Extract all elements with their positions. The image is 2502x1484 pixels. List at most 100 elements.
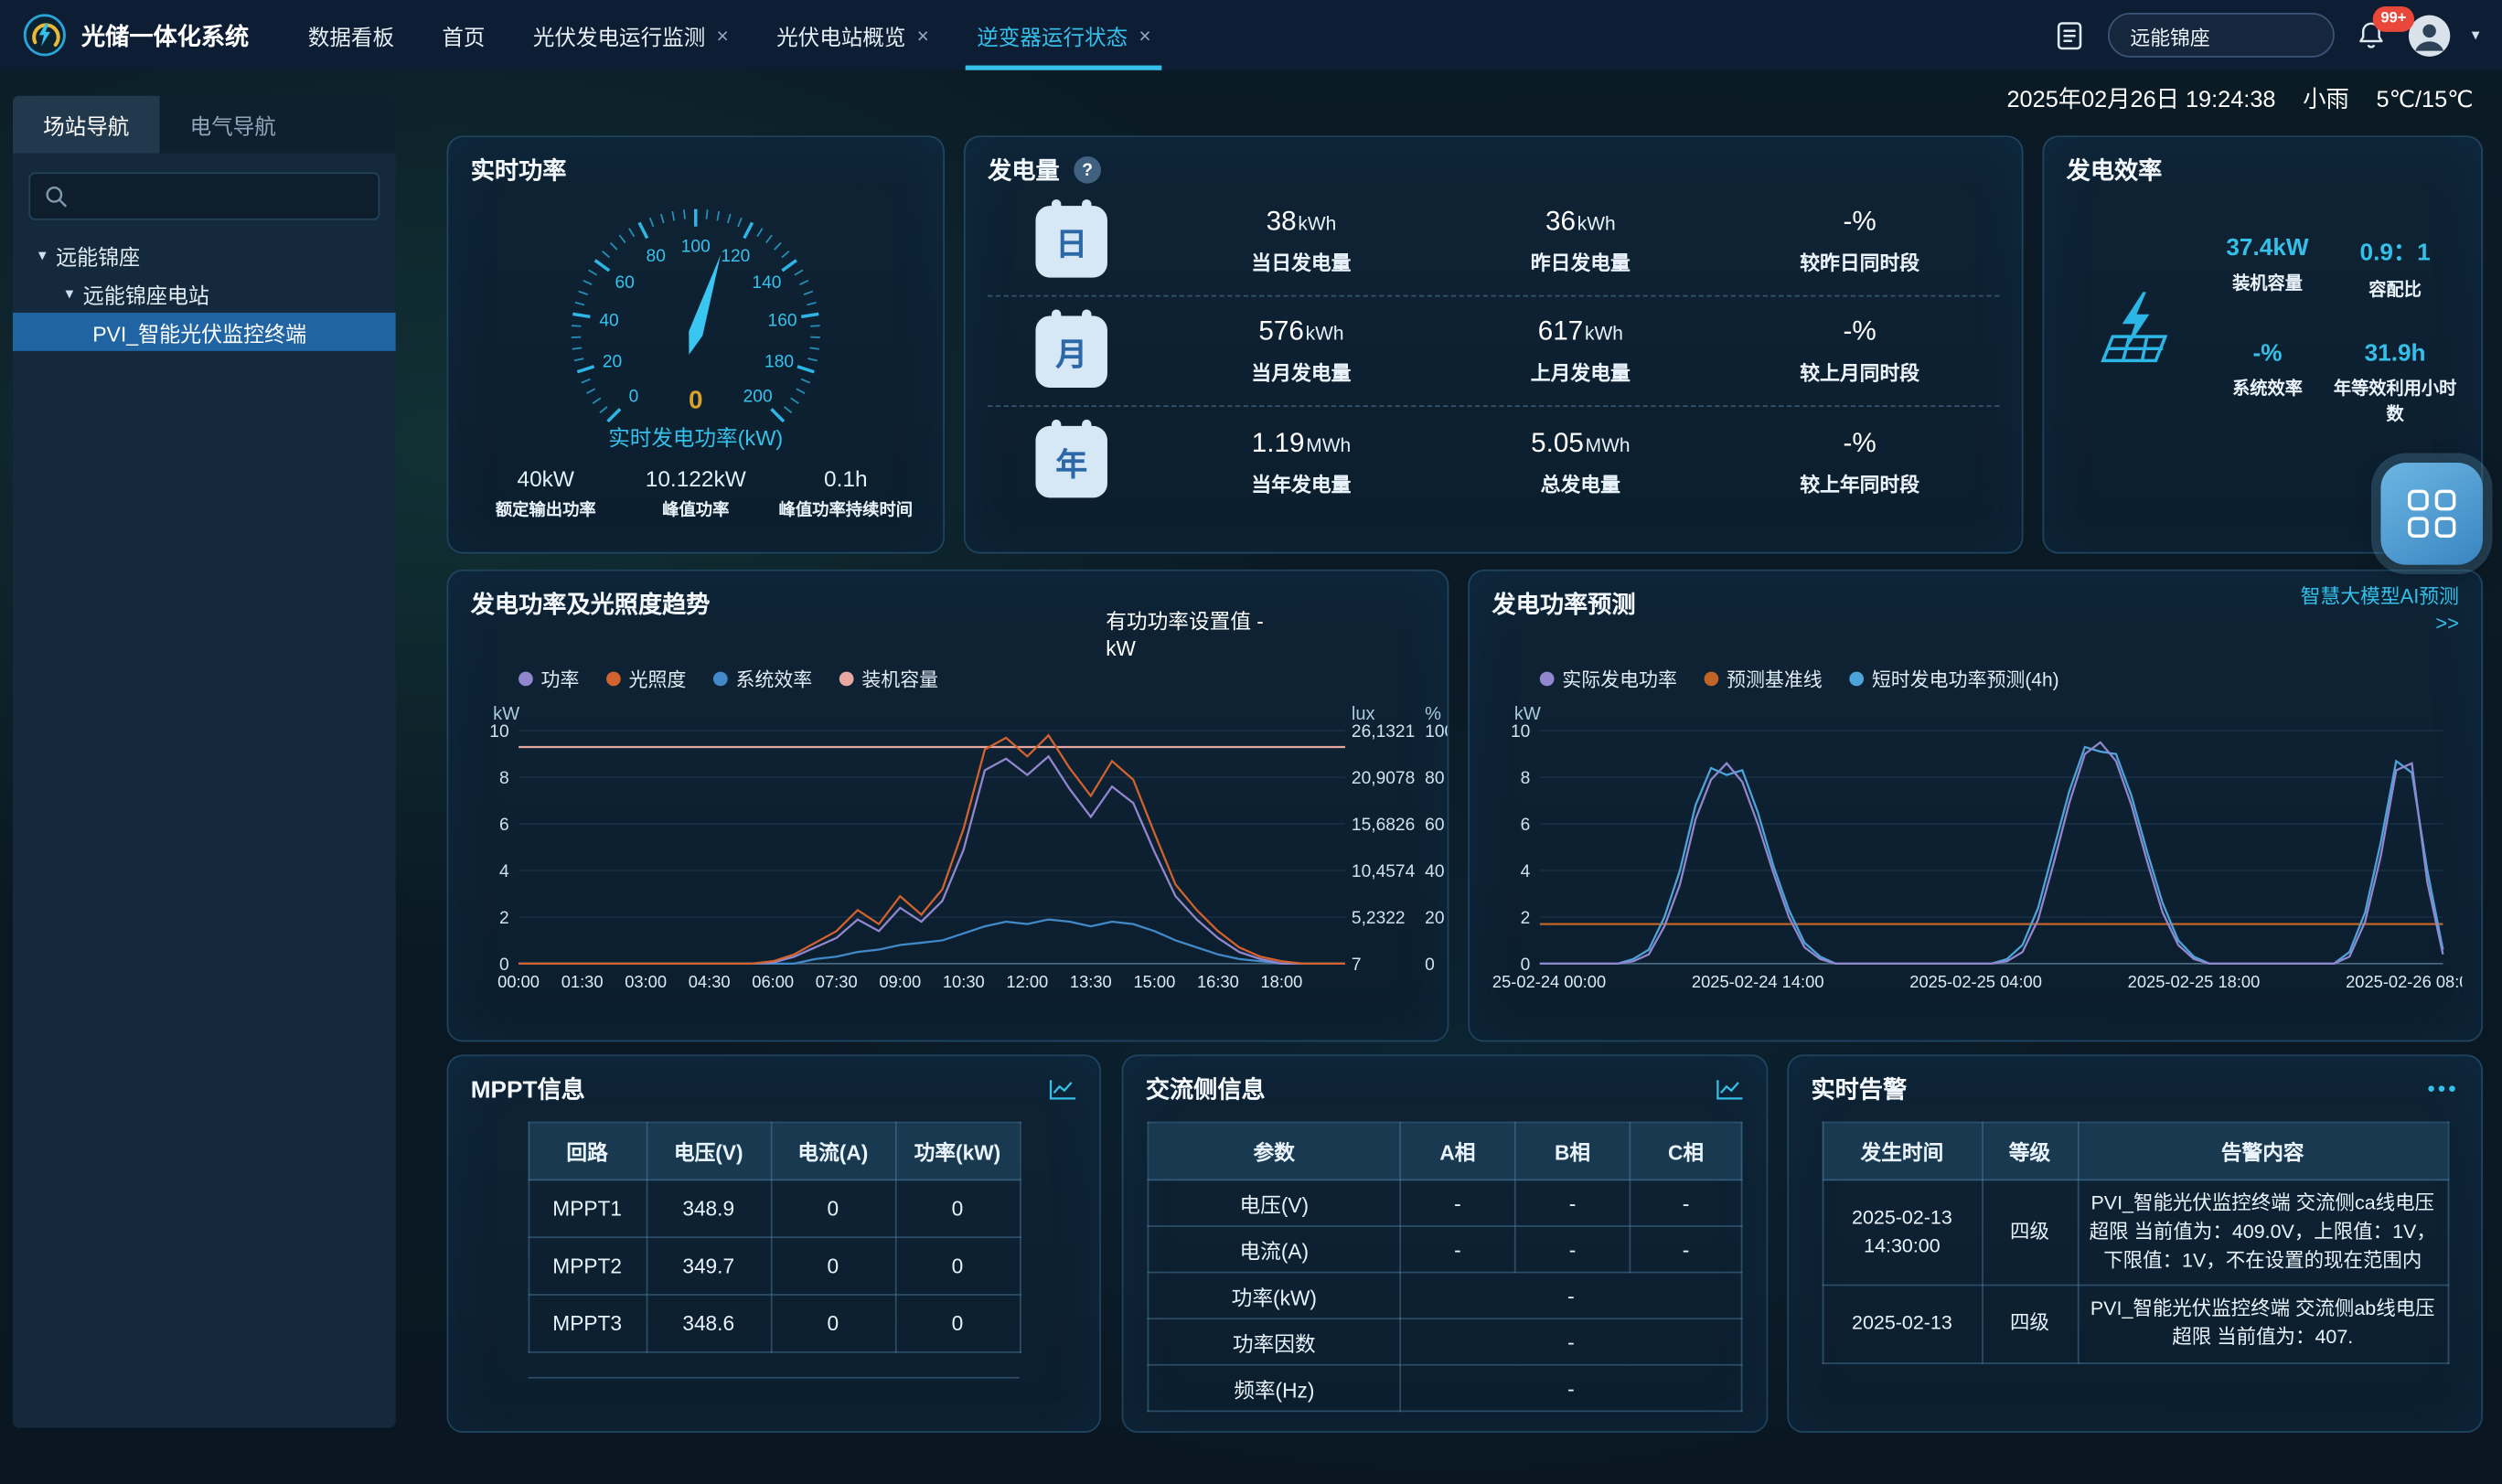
calendar-icon: 月 <box>1035 315 1107 388</box>
stat-value: -% <box>1720 427 1999 459</box>
more-icon[interactable]: ••• <box>2428 1077 2459 1101</box>
stat-value: 5.05MWh <box>1441 427 1720 459</box>
nav-tab-1[interactable]: 首页 <box>418 0 508 70</box>
chevron-down-icon[interactable]: ▾ <box>2472 27 2480 44</box>
column-header: 发生时间 <box>1823 1123 1982 1180</box>
mppt-panel: MPPT信息 回路电压(V)电流(A)功率(kW)MPPT1348.900MPP… <box>447 1054 1101 1433</box>
svg-text:12:00: 12:00 <box>1006 972 1048 991</box>
close-tab-icon[interactable]: × <box>917 23 929 47</box>
active-power-setpoint: 有功功率设置值 - kW <box>1106 610 1316 664</box>
tree-caret-icon[interactable]: ▾ <box>38 247 47 264</box>
realtime-stat-2: 0.1h峰值功率持续时间 <box>771 466 921 522</box>
svg-text:07:30: 07:30 <box>816 972 858 991</box>
svg-text:10,4574: 10,4574 <box>1352 862 1416 881</box>
notification-badge: 99+ <box>2373 6 2415 31</box>
cell: - <box>1630 1226 1741 1273</box>
svg-text:120: 120 <box>721 247 750 266</box>
app-logo-icon <box>22 13 67 58</box>
notifications-button[interactable]: 99+ <box>2355 19 2387 51</box>
legend-item-0[interactable]: 实际发电功率 <box>1540 666 1677 693</box>
svg-text:160: 160 <box>768 312 797 331</box>
svg-text:4: 4 <box>499 862 509 881</box>
nav-tab-0[interactable]: 数据看板 <box>284 0 419 70</box>
dashboard: 光储一体化系统 数据看板首页光伏发电运行监测×光伏电站概览×逆变器运行状态× 9… <box>0 0 2502 1484</box>
energy-row-2: 年1.19MWh当年发电量5.05MWh总发电量-%较上年同时段 <box>988 407 1999 517</box>
legend-dot <box>519 672 533 687</box>
legend-item-1[interactable]: 光照度 <box>606 666 686 693</box>
stat-unit: kWh <box>1306 322 1344 344</box>
table-row: 功率因数- <box>1148 1319 1741 1365</box>
mppt-table: 回路电压(V)电流(A)功率(kW)MPPT1348.900MPPT2349.7… <box>471 1122 1077 1353</box>
table-row[interactable]: 2025-02-13四级PVI_智能光伏监控终端 交流侧ab线电压超限 当前值为… <box>1823 1286 2448 1363</box>
column-header: 告警内容 <box>2078 1123 2448 1180</box>
stat-label: 年等效利用小时数 <box>2331 375 2459 426</box>
energy-stat: 38kWh当日发电量 <box>1161 206 1440 276</box>
svg-text:20: 20 <box>1425 909 1444 928</box>
sidebar-tab-0[interactable]: 场站导航 <box>13 96 160 154</box>
svg-text:60: 60 <box>1425 816 1444 835</box>
legend-label: 光照度 <box>629 666 687 693</box>
nav-tab-4[interactable]: 逆变器运行状态× <box>953 0 1175 70</box>
stat-unit: kWh <box>1298 212 1336 234</box>
trend-legend: 功率 光照度系统效率装机容量 <box>519 666 1425 693</box>
panel-title: MPPT信息 <box>471 1073 585 1106</box>
legend-dot <box>1540 672 1555 687</box>
svg-text:26,1321: 26,1321 <box>1352 722 1415 742</box>
column-header: 回路 <box>529 1123 647 1180</box>
param-cell: 功率因数 <box>1148 1319 1400 1365</box>
svg-text:13:30: 13:30 <box>1070 972 1112 991</box>
sidebar-search-input[interactable] <box>79 185 364 207</box>
svg-text:200: 200 <box>743 388 773 407</box>
legend-item-1[interactable]: 预测基准线 <box>1705 666 1823 693</box>
close-tab-icon[interactable]: × <box>1139 23 1150 47</box>
station-search-input[interactable] <box>2108 13 2335 58</box>
temperature-text: 5℃/15℃ <box>2377 88 2474 113</box>
nav-tab-3[interactable]: 光伏电站概览× <box>753 0 953 70</box>
table-row[interactable]: 2025-02-13 14:30:00四级PVI_智能光伏监控终端 交流侧ca线… <box>1823 1180 2448 1286</box>
tree-item-0[interactable]: ▾远能锦座 <box>13 236 396 274</box>
tree-item-1[interactable]: ▾远能锦座电站 <box>13 274 396 313</box>
stat-unit: kWh <box>1577 212 1616 234</box>
nav-tab-2[interactable]: 光伏发电运行监测× <box>509 0 753 70</box>
legend-item-0[interactable]: 功率 <box>519 666 579 693</box>
close-tab-icon[interactable]: × <box>716 23 728 47</box>
ac-side-table: 参数A相B相C相电压(V)---电流(A)---功率(kW)-功率因数-频率(H… <box>1148 1122 1743 1413</box>
column-header: B相 <box>1515 1123 1631 1180</box>
forecast-chart: 0246810kW2025-02-24 00:002025-02-24 14:0… <box>1492 692 2458 1013</box>
alarm-list[interactable]: 发生时间等级告警内容2025-02-13 14:30:00四级PVI_智能光伏监… <box>1811 1105 2458 1383</box>
stat-value: 38kWh <box>1161 206 1440 238</box>
svg-text:8: 8 <box>499 769 509 788</box>
efficiency-stat-1: 0.9：1容配比 <box>2331 235 2459 302</box>
stat-label: 较上月同时段 <box>1720 356 1999 386</box>
energy-stat: 576kWh当月发电量 <box>1161 315 1440 386</box>
table-row: 电流(A)--- <box>1148 1226 1741 1273</box>
energy-row-1: 月576kWh当月发电量617kWh上月发电量-%较上月同时段 <box>988 297 1999 407</box>
legend-item-3[interactable]: 装机容量 <box>839 666 938 693</box>
svg-text:10:30: 10:30 <box>943 972 985 991</box>
svg-text:20,9078: 20,9078 <box>1352 769 1415 788</box>
param-cell: 功率(kW) <box>1148 1273 1400 1319</box>
line-chart-icon[interactable] <box>1048 1078 1076 1100</box>
line-chart-icon[interactable] <box>1716 1078 1744 1100</box>
gauge-area: 020406080100120140160180200 0 实时发电功率(kW)… <box>471 187 921 521</box>
svg-text:0: 0 <box>1425 956 1435 975</box>
energy-stat: -%较上月同时段 <box>1720 315 1999 386</box>
cell: - <box>1400 1273 1741 1319</box>
svg-text:kW: kW <box>1514 704 1541 724</box>
alarm-time: 2025-02-13 <box>1823 1286 1982 1363</box>
svg-text:100: 100 <box>1425 722 1447 742</box>
ai-forecast-link[interactable]: 智慧大模型AI预测 >> <box>2301 584 2459 638</box>
help-icon[interactable]: ? <box>1074 156 1101 184</box>
legend-item-2[interactable]: 短时发电功率预测(4h) <box>1849 666 2058 693</box>
legend-item-2[interactable]: 系统效率 <box>713 666 812 693</box>
stat-value: 31.9h <box>2331 340 2459 368</box>
sidebar-tab-1[interactable]: 电气导航 <box>159 96 306 154</box>
svg-text:100: 100 <box>681 238 711 257</box>
tree-caret-icon[interactable]: ▾ <box>66 284 74 302</box>
grid-icon <box>2408 490 2455 538</box>
avatar[interactable] <box>2408 14 2451 57</box>
svg-text:01:30: 01:30 <box>561 972 604 991</box>
tree-item-2[interactable]: PVI_智能光伏监控终端 <box>13 313 396 351</box>
quick-menu-button[interactable] <box>2380 463 2483 565</box>
report-icon[interactable] <box>2054 18 2088 52</box>
